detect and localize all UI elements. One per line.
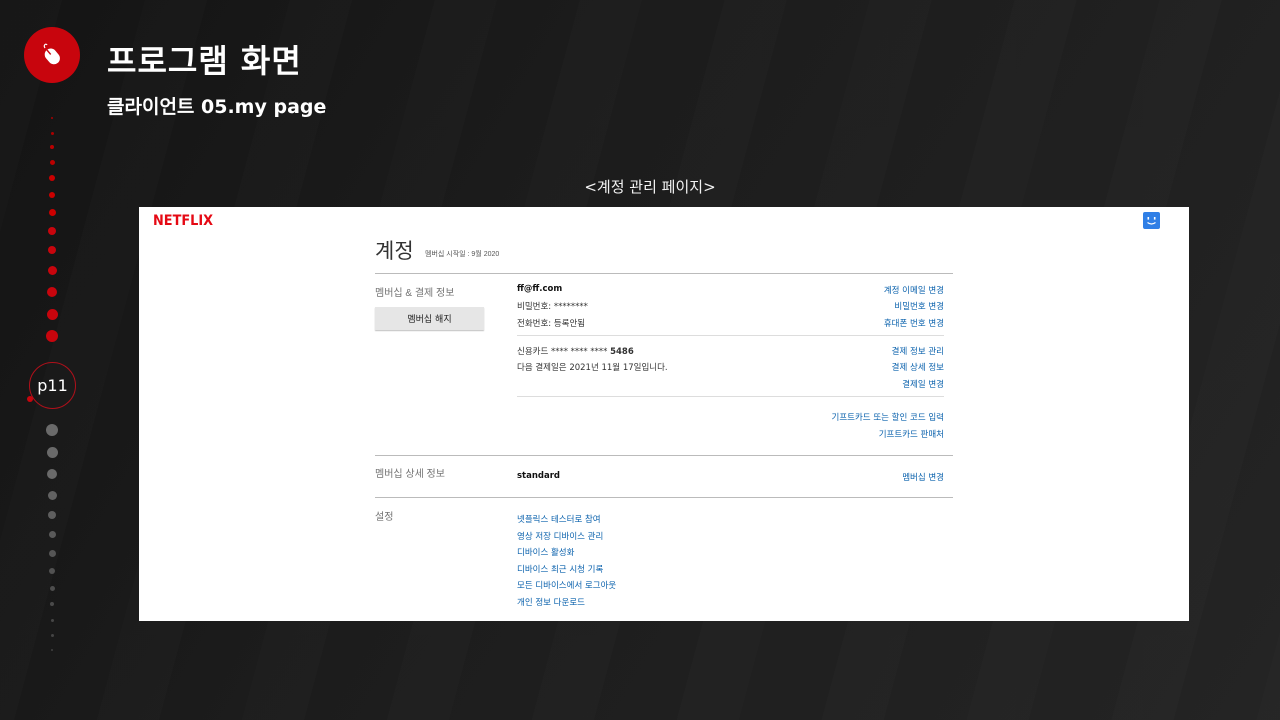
change-password-link[interactable]: 비밀번호 변경 <box>894 300 944 312</box>
divider <box>517 396 944 397</box>
progress-dot <box>48 246 56 254</box>
settings-link-download-devices[interactable]: 영상 저장 디바이스 관리 <box>517 530 603 542</box>
progress-dot <box>48 227 56 235</box>
settings-link-sign-out-all[interactable]: 모든 디바이스에서 로그아웃 <box>517 579 616 591</box>
member-since-badge: 멤버십 시작일 : 9월 2020 <box>425 251 500 258</box>
billing-details-link[interactable]: 결제 상세 정보 <box>892 361 944 373</box>
progress-dot <box>48 530 56 538</box>
divider <box>517 335 944 336</box>
page-number-badge: p11 <box>27 362 76 409</box>
settings-link-activate-device[interactable]: 디바이스 활성화 <box>517 546 574 558</box>
progress-dot <box>49 585 55 591</box>
progress-dot <box>46 424 58 436</box>
change-email-link[interactable]: 계정 이메일 변경 <box>884 284 944 296</box>
plan-name: standard <box>517 471 561 481</box>
progress-dot <box>47 287 57 297</box>
progress-dot <box>47 490 57 500</box>
netflix-logo[interactable]: NETFLIX <box>153 213 213 229</box>
progress-dot <box>47 265 57 275</box>
progress-dot <box>46 308 58 320</box>
smiley-avatar-icon <box>1147 217 1156 225</box>
redeem-gift-card-link[interactable]: 기프트카드 또는 할인 코드 입력 <box>832 411 944 423</box>
change-plan-link[interactable]: 멤버십 변경 <box>902 471 944 483</box>
progress-dot <box>49 159 55 165</box>
page-number: p11 <box>37 376 68 395</box>
settings-link-recent-streaming[interactable]: 디바이스 최근 시청 기록 <box>517 563 603 575</box>
progress-dot <box>48 208 56 216</box>
slide-logo <box>24 27 80 83</box>
gift-card-retailers-link[interactable]: 기프트카드 판매처 <box>879 428 944 440</box>
slide-subtitle: 클라이언트 05.my page <box>107 96 327 118</box>
manage-payment-link[interactable]: 결제 정보 관리 <box>892 345 944 357</box>
profile-avatar[interactable] <box>1143 212 1160 229</box>
progress-dot <box>46 446 58 458</box>
progress-dot <box>48 549 56 557</box>
account-phone: 전화번호: 등록안됨 <box>517 319 586 329</box>
progress-dot <box>50 145 54 149</box>
change-billing-date-link[interactable]: 결제일 변경 <box>902 378 944 390</box>
card-last4: 5486 <box>610 347 634 357</box>
settings-link-test-participation[interactable]: 넷플릭스 테스터로 참여 <box>517 513 601 525</box>
screenshot-caption: <계정 관리 페이지> <box>584 178 716 196</box>
account-title: 계정 <box>375 240 414 263</box>
slide-title: 프로그램 화면 <box>107 42 302 80</box>
settings-link-download-info[interactable]: 개인 정보 다운로드 <box>517 596 585 608</box>
divider <box>375 273 953 274</box>
mouse-icon <box>43 43 60 65</box>
card-prefix: 신용카드 **** **** **** <box>517 347 608 357</box>
progress-dot <box>49 568 55 574</box>
progress-dot <box>51 649 53 651</box>
progress-dot <box>47 469 57 479</box>
account-email: ff@ff.com <box>517 284 563 294</box>
divider <box>375 497 953 498</box>
badge-marker <box>27 396 33 402</box>
progress-dot <box>48 511 56 519</box>
progress-dot <box>51 117 53 119</box>
settings-label: 설정 <box>375 512 394 523</box>
progress-dot <box>46 330 58 342</box>
cancel-membership-button[interactable]: 멤버십 해지 <box>375 307 484 330</box>
change-phone-link[interactable]: 휴대폰 번호 변경 <box>884 317 944 329</box>
plan-details-label: 멤버십 상세 정보 <box>375 469 445 480</box>
account-password: 비밀번호: ******** <box>517 302 588 312</box>
progress-dot <box>50 618 54 622</box>
divider <box>375 455 953 456</box>
account-page-screenshot: NETFLIX 계정 멤버십 시작일 : 9월 2020 멤버십 & 결제 정보… <box>139 207 1189 621</box>
credit-card-info: 신용카드 **** **** **** 5486 <box>517 345 634 357</box>
progress-dot <box>50 633 54 637</box>
next-billing-date: 다음 결제일은 2021년 11월 17일입니다. <box>517 363 668 373</box>
progress-dot <box>50 602 54 606</box>
progress-dot <box>50 131 54 135</box>
membership-billing-label: 멤버십 & 결제 정보 <box>375 288 455 299</box>
